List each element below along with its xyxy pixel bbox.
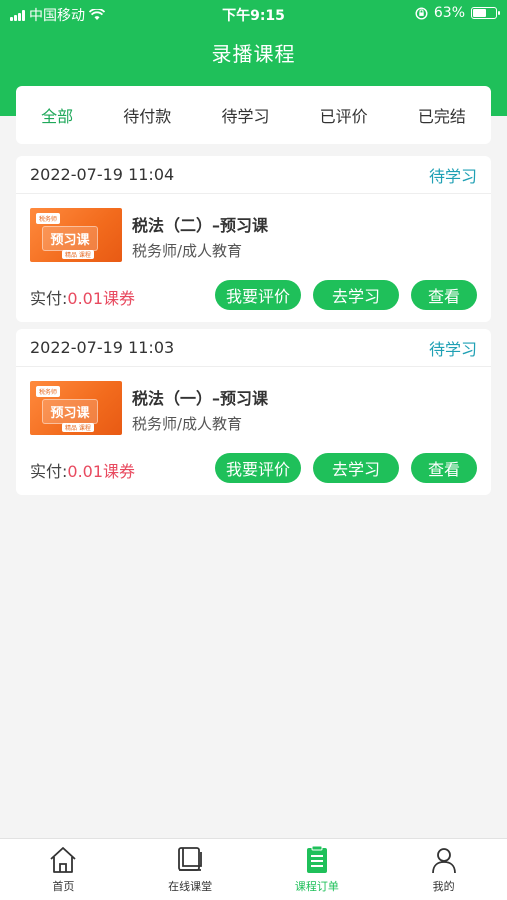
book-icon — [178, 847, 203, 871]
order-datetime: 2022-07-19 11:03 — [30, 338, 175, 357]
nav-item-home[interactable]: 首页 — [0, 839, 127, 900]
study-button[interactable]: 去学习 — [313, 453, 399, 483]
study-button[interactable]: 去学习 — [313, 280, 399, 310]
price: 实付:0.01课券 — [30, 285, 135, 309]
order-datetime: 2022-07-19 11:04 — [30, 165, 175, 184]
thumbnail-title: 预习课 — [42, 399, 98, 424]
view-button[interactable]: 查看 — [411, 453, 477, 483]
thumbnail-tag: 税务师 — [36, 213, 61, 224]
thumbnail-subtag: 精品 课程 — [62, 250, 94, 259]
tab-to-study[interactable]: 待学习 — [215, 103, 275, 127]
price: 实付:0.01课券 — [30, 458, 135, 482]
status-bar: 中国移动 下午9:15 63% — [0, 0, 507, 26]
page-title: 录播课程 — [211, 42, 296, 66]
order-actions: 我要评价 去学习 查看 — [215, 280, 477, 310]
price-label: 实付: — [30, 462, 68, 481]
tab-all[interactable]: 全部 — [35, 103, 79, 127]
tab-completed[interactable]: 已完结 — [412, 103, 472, 127]
order-card-header: 2022-07-19 11:04 待学习 — [16, 156, 491, 194]
course-thumbnail[interactable]: 税务师 预习课 精品 课程 — [30, 381, 122, 435]
nav-item-mine[interactable]: 我的 — [380, 839, 507, 900]
price-value: 0.01课券 — [67, 289, 136, 308]
course-name: 税法（一）–预习课 — [132, 389, 269, 408]
battery-percent: 63% — [433, 5, 465, 21]
orientation-lock-icon — [415, 6, 428, 20]
tab-reviewed[interactable]: 已评价 — [314, 103, 374, 127]
order-list-icon — [306, 845, 327, 873]
order-card-header: 2022-07-19 11:03 待学习 — [16, 329, 491, 367]
course-category: 税务师/成人教育 — [132, 415, 243, 433]
course-row[interactable]: 税务师 预习课 精品 课程 税法（二）–预习课 税务师/成人教育 — [30, 208, 477, 264]
order-actions: 我要评价 去学习 查看 — [215, 453, 477, 483]
thumbnail-tag: 税务师 — [36, 386, 61, 397]
payment-row: 实付:0.01课券 我要评价 去学习 查看 — [30, 280, 477, 310]
nav-label: 首页 — [52, 880, 75, 893]
nav-label: 在线课堂 — [168, 880, 213, 893]
bottom-nav: 首页 在线课堂 课程订单 我的 — [0, 838, 507, 900]
order-card: 2022-07-19 11:03 待学习 税务师 预习课 精品 课程 税法（一）… — [16, 329, 491, 495]
user-icon — [431, 848, 456, 874]
order-status: 待学习 — [428, 339, 477, 359]
thumbnail-subtag: 精品 课程 — [62, 423, 94, 432]
order-status: 待学习 — [428, 166, 477, 186]
order-card: 2022-07-19 11:04 待学习 税务师 预习课 精品 课程 税法（二）… — [16, 156, 491, 322]
price-label: 实付: — [30, 289, 68, 308]
nav-label: 我的 — [432, 880, 455, 893]
order-tabs: 全部 待付款 待学习 已评价 已完结 — [16, 86, 491, 144]
course-thumbnail[interactable]: 税务师 预习课 精品 课程 — [30, 208, 122, 262]
nav-label: 课程订单 — [294, 880, 339, 893]
tab-pending-payment[interactable]: 待付款 — [117, 103, 177, 127]
battery-icon — [471, 7, 500, 19]
course-name: 税法（二）–预习课 — [132, 216, 269, 235]
status-right: 63% — [415, 5, 500, 21]
thumbnail-title: 预习课 — [42, 226, 98, 251]
review-button[interactable]: 我要评价 — [215, 280, 301, 310]
home-icon — [50, 847, 76, 873]
nav-item-online-class[interactable]: 在线课堂 — [127, 839, 254, 900]
nav-item-course-orders[interactable]: 课程订单 — [254, 839, 381, 900]
course-row[interactable]: 税务师 预习课 精品 课程 税法（一）–预习课 税务师/成人教育 — [30, 381, 477, 437]
price-value: 0.01课券 — [67, 462, 136, 481]
payment-row: 实付:0.01课券 我要评价 去学习 查看 — [30, 453, 477, 483]
review-button[interactable]: 我要评价 — [215, 453, 301, 483]
view-button[interactable]: 查看 — [411, 280, 477, 310]
course-category: 税务师/成人教育 — [132, 242, 243, 260]
